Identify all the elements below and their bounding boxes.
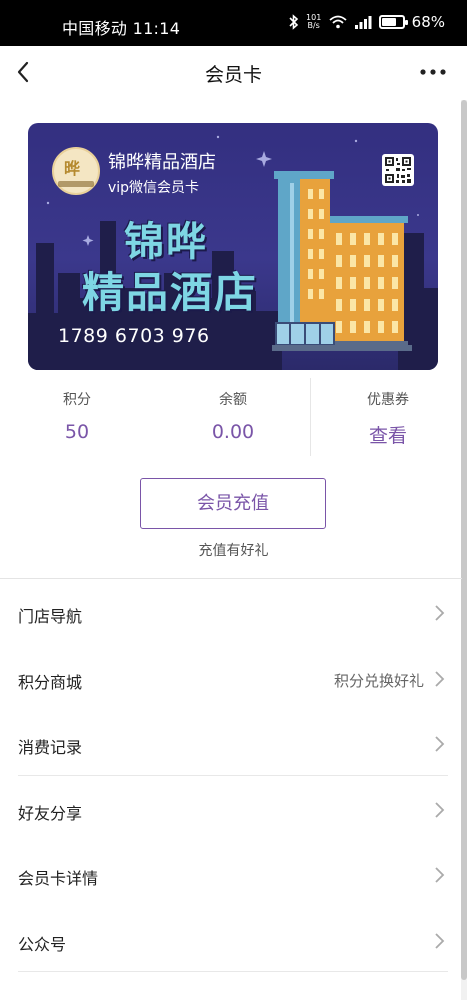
card-hotel-name: 锦晔精品酒店 <box>108 152 216 173</box>
card-number: 1789 6703 976 <box>58 325 210 347</box>
member-stats: 积分 50 余额 0.00 优惠券 查看 <box>0 378 467 458</box>
stat-coupons[interactable]: 优惠券 查看 <box>313 378 463 448</box>
chevron-right-icon <box>435 932 445 949</box>
carrier-time: 中国移动 11:14 <box>62 19 181 38</box>
menu-item-points-mall[interactable]: 积分商城 积分兑换好礼 <box>0 645 462 711</box>
network-speed: 101 B/s <box>306 13 322 30</box>
chevron-right-icon <box>435 670 445 687</box>
chevron-right-icon <box>435 867 445 883</box>
menu-item-card-details[interactable]: 会员卡详情 <box>0 841 462 907</box>
stat-value: 50 <box>64 421 90 443</box>
stat-value: 查看 <box>368 425 407 447</box>
menu-item-label: 积分商城 <box>18 672 83 692</box>
card-headline-line2: 精品酒店 <box>82 268 259 317</box>
stat-label: 优惠券 <box>367 392 409 408</box>
status-icons: 101 B/s 68% <box>289 13 445 31</box>
status-bar: 中国移动 11:14 101 B/s 68% <box>0 0 467 46</box>
menu-item-label: 门店导航 <box>18 607 83 626</box>
stat-balance[interactable]: 余额 0.00 <box>158 378 308 443</box>
battery-percent: 68% <box>411 13 445 31</box>
stat-points[interactable]: 积分 50 <box>2 378 152 443</box>
hotel-logo: 晔 <box>52 147 100 195</box>
stat-divider <box>310 378 311 456</box>
recharge-button[interactable]: 会员充值 <box>140 478 326 529</box>
menu-item-label: 会员卡详情 <box>18 869 99 888</box>
menu-item-share-friends[interactable]: 好友分享 <box>0 776 462 842</box>
bluetooth-icon <box>289 14 298 30</box>
chevron-right-icon <box>435 736 445 752</box>
chevron-right-icon <box>435 801 445 818</box>
menu-item-official-account[interactable]: 公众号 <box>0 907 462 972</box>
menu-item-label: 好友分享 <box>18 803 83 823</box>
nav-bar: 会员卡 <box>0 46 467 100</box>
menu-item-store-navigation[interactable]: 门店导航 <box>0 579 462 645</box>
membership-card[interactable]: 晔 锦晔精品酒店 vip微信会员卡 锦晔 精品酒店 1789 6703 976 <box>28 123 438 370</box>
page-title: 会员卡 <box>204 64 262 86</box>
menu-item-label: 公众号 <box>18 934 67 954</box>
menu-list: 门店导航 积分商城 积分兑换好礼 消费记录 好友分享 会员卡详情 公众号 <box>0 579 462 972</box>
menu-item-label: 消费记录 <box>18 738 83 757</box>
stat-label: 余额 <box>219 392 247 408</box>
menu-item-extra: 积分兑换好礼 <box>333 671 424 690</box>
recharge-hint: 充值有好礼 <box>198 543 269 559</box>
menu-item-consumption-records[interactable]: 消费记录 <box>0 710 462 776</box>
more-dots-icon[interactable] <box>419 60 447 84</box>
chevron-right-icon <box>435 605 445 621</box>
signal-icon <box>354 16 372 29</box>
qr-code-icon[interactable] <box>382 154 414 186</box>
stat-value: 0.00 <box>211 421 255 443</box>
stat-label: 积分 <box>63 392 91 408</box>
card-subtitle: vip微信会员卡 <box>108 180 200 196</box>
wifi-icon <box>329 15 347 29</box>
battery-icon <box>378 15 408 29</box>
menu-separator <box>18 971 448 972</box>
